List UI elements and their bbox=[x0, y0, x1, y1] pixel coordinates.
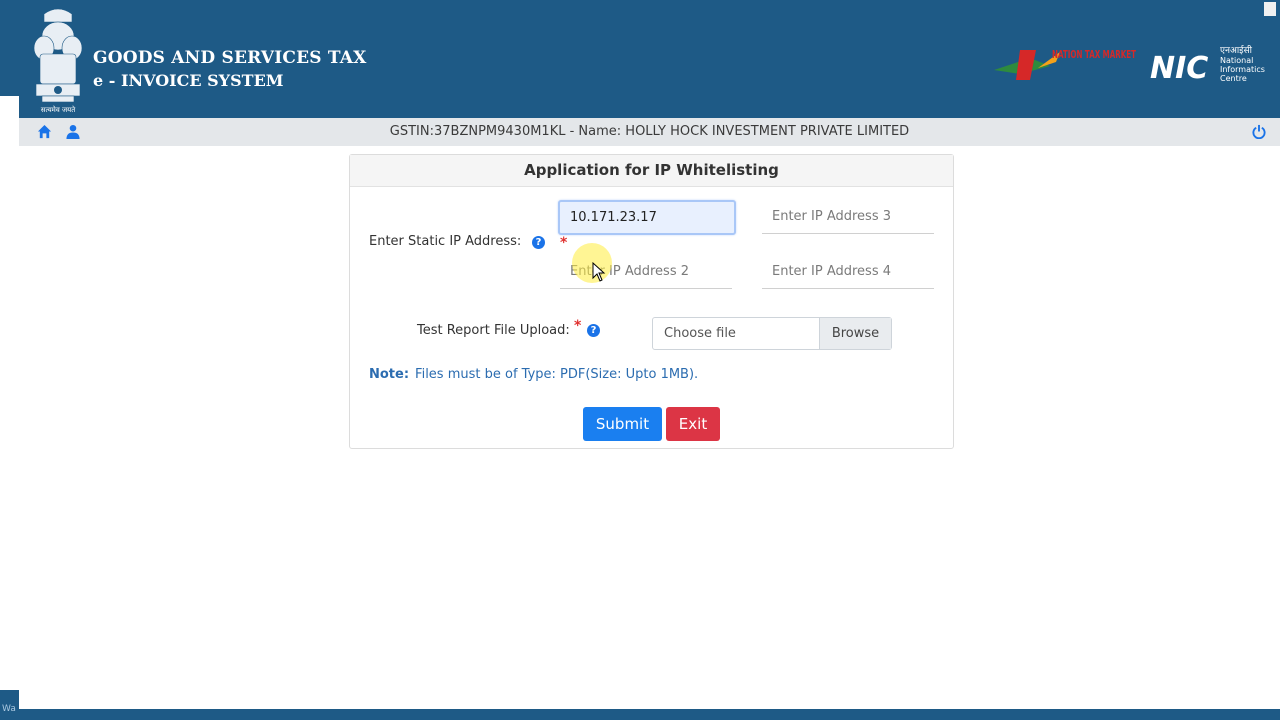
ip-whitelisting-form: Application for IP Whitelisting Enter St… bbox=[349, 154, 954, 449]
emblem-caption: सत्यमेव जयते bbox=[41, 105, 76, 114]
mouse-pointer-icon bbox=[592, 262, 606, 282]
ip-address-4-input[interactable] bbox=[762, 255, 934, 289]
upload-required-asterisk: * bbox=[574, 318, 582, 334]
title-line-2: e - INVOICE SYSTEM bbox=[93, 71, 284, 90]
nic-logo: NIC एनआईसी National Informatics Centre bbox=[1150, 44, 1265, 84]
required-asterisk: * bbox=[560, 235, 568, 251]
nic-logo-text: NIC bbox=[1150, 51, 1208, 84]
national-emblem-logo: सत्यमेव जयते bbox=[33, 8, 83, 114]
form-title: Application for IP Whitelisting bbox=[350, 155, 953, 187]
ip-address-1-input[interactable] bbox=[558, 200, 736, 235]
note-label: Note: bbox=[369, 367, 410, 382]
ip-help-icon[interactable]: ? bbox=[532, 236, 545, 249]
nic-sub1: National bbox=[1220, 56, 1253, 65]
nic-sub3: Centre bbox=[1220, 74, 1247, 83]
upload-label: Test Report File Upload: bbox=[417, 323, 570, 338]
one-nation-tax-market-logo: NATION TAX MARKET bbox=[994, 48, 1136, 80]
file-placeholder: Choose file bbox=[664, 326, 736, 341]
home-icon[interactable] bbox=[37, 124, 52, 139]
nic-hindi-text: एनआईसी bbox=[1220, 44, 1253, 56]
nic-sub2: Informatics bbox=[1220, 65, 1265, 74]
exit-button[interactable]: Exit bbox=[666, 407, 720, 441]
browse-button[interactable]: Browse bbox=[819, 318, 891, 349]
left-edge-strip bbox=[0, 96, 19, 126]
file-note: Note: Files must be of Type: PDF(Size: Up… bbox=[369, 367, 698, 382]
scroll-up-arrow[interactable] bbox=[1264, 2, 1276, 16]
upload-help-icon[interactable]: ? bbox=[587, 324, 600, 337]
submit-button[interactable]: Submit bbox=[583, 407, 662, 441]
page: सत्यमेव जयते GOODS AND SERVICES TAX e - … bbox=[0, 0, 1280, 720]
title-line-1: GOODS AND SERVICES TAX bbox=[93, 48, 367, 68]
ontm-logo-text: NATION TAX MARKET bbox=[1052, 48, 1136, 61]
ip-address-3-input[interactable] bbox=[762, 200, 934, 234]
top-header: सत्यमेव जयते GOODS AND SERVICES TAX e - … bbox=[0, 0, 1280, 118]
user-icon[interactable] bbox=[66, 124, 80, 139]
brand-title: GOODS AND SERVICES TAX e - INVOICE SYSTE… bbox=[93, 46, 367, 92]
note-text: Files must be of Type: PDF(Size: Upto 1M… bbox=[415, 367, 699, 382]
gstin-text: GSTIN:37BZNPM9430M1KL - Name: HOLLY HOCK… bbox=[389, 124, 910, 139]
bottom-bar bbox=[0, 709, 1280, 720]
gstin-bar: GSTIN:37BZNPM9430M1KL - Name: HOLLY HOCK… bbox=[19, 118, 1280, 146]
file-upload-field[interactable]: Choose file Browse bbox=[652, 317, 892, 350]
bottom-tab-text: Wa bbox=[2, 704, 16, 714]
power-icon[interactable] bbox=[1252, 124, 1266, 139]
static-ip-label: Enter Static IP Address: bbox=[369, 234, 522, 249]
